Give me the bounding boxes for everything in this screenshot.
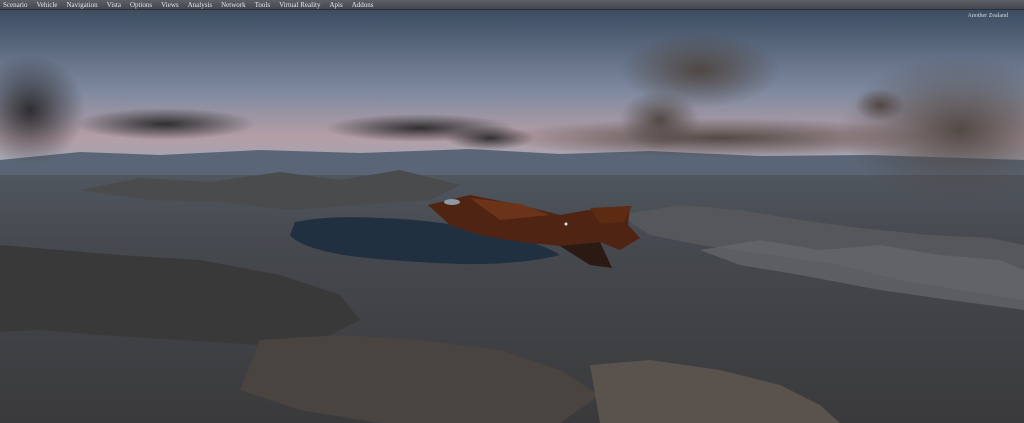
menu-item-vehicle[interactable]: Vehicle [37, 0, 58, 10]
menu-item-addons[interactable]: Addons [352, 0, 374, 10]
cloud-center-left [75, 108, 255, 140]
menu-item-tools[interactable]: Tools [255, 0, 270, 10]
menu-item-vista[interactable]: Vista [107, 0, 121, 10]
menu-item-apis[interactable]: Apis [329, 0, 342, 10]
smoke-puff [855, 89, 905, 121]
menu-item-virtual-reality[interactable]: Virtual Reality [279, 0, 320, 10]
menu-item-options[interactable]: Options [130, 0, 152, 10]
menu-item-network[interactable]: Network [221, 0, 246, 10]
hud-top-right-label: Another Zealand [967, 13, 1008, 19]
simulator-viewport[interactable] [0, 10, 1024, 423]
menu-bar: Scenario Vehicle Navigation Vista Options Vie… [0, 0, 1024, 10]
menu-item-scenario[interactable]: Scenario [3, 0, 28, 10]
menu-item-analysis[interactable]: Analysis [188, 0, 213, 10]
menu-item-views[interactable]: Views [161, 0, 178, 10]
menu-item-navigation[interactable]: Navigation [67, 0, 98, 10]
